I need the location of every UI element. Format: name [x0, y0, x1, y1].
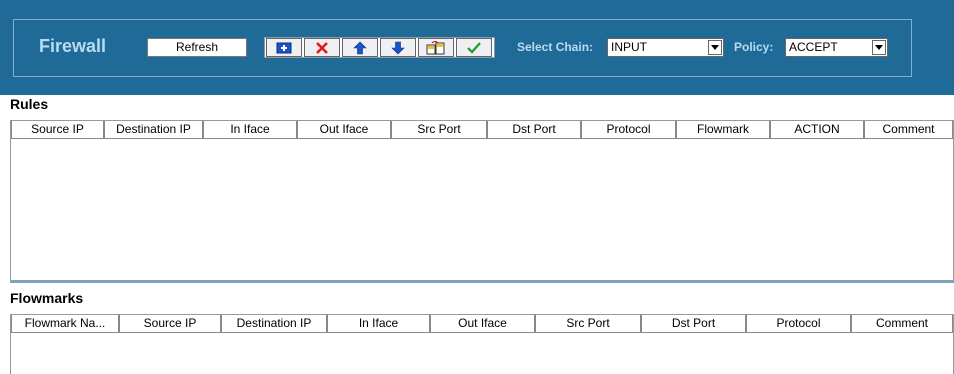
- rules-column-header[interactable]: ACTION: [770, 121, 864, 139]
- rule-tools: [264, 37, 495, 58]
- rules-section-title: Rules: [10, 96, 49, 112]
- flowmarks-section-title: Flowmarks: [10, 290, 84, 306]
- rules-column-header[interactable]: Protocol: [581, 121, 676, 139]
- flowmarks-column-header[interactable]: Source IP: [119, 315, 221, 333]
- chain-select[interactable]: INPUT: [607, 38, 724, 57]
- flowmarks-column-header[interactable]: Dst Port: [641, 315, 746, 333]
- app-title: Firewall: [39, 36, 107, 56]
- rules-column-header[interactable]: Comment: [864, 121, 953, 139]
- add-icon: [276, 42, 292, 53]
- copy-icon: [426, 40, 445, 54]
- chain-select-value: INPUT: [611, 40, 647, 54]
- chevron-down-icon: [708, 40, 722, 55]
- flowmarks-column-header[interactable]: Flowmark Na...: [11, 315, 119, 333]
- apply-button[interactable]: [456, 38, 492, 57]
- rules-table[interactable]: Source IP Destination IP In Iface Out If…: [10, 120, 954, 281]
- policy-label: Policy:: [734, 40, 774, 54]
- move-down-icon: [391, 41, 405, 54]
- flowmarks-column-header[interactable]: Protocol: [746, 315, 851, 333]
- refresh-button[interactable]: Refresh: [147, 38, 247, 57]
- rules-table-header: Source IP Destination IP In Iface Out If…: [11, 121, 953, 139]
- rules-column-header[interactable]: Src Port: [391, 121, 487, 139]
- rules-column-header[interactable]: Destination IP: [104, 121, 203, 139]
- rules-column-header[interactable]: Out Iface: [297, 121, 391, 139]
- apply-icon: [467, 41, 481, 54]
- rules-column-header[interactable]: Source IP: [11, 121, 104, 139]
- flowmarks-column-header[interactable]: Src Port: [535, 315, 641, 333]
- policy-select[interactable]: ACCEPT: [785, 38, 888, 57]
- flowmarks-column-header[interactable]: In Iface: [327, 315, 430, 333]
- add-rule-button[interactable]: [266, 38, 302, 57]
- flowmarks-table-header: Flowmark Na... Source IP Destination IP …: [11, 315, 953, 333]
- move-up-button[interactable]: [342, 38, 378, 57]
- chevron-down-icon: [872, 40, 886, 55]
- rules-column-header[interactable]: Flowmark: [676, 121, 770, 139]
- flowmarks-column-header[interactable]: Out Iface: [430, 315, 535, 333]
- move-up-icon: [353, 41, 367, 54]
- move-down-button[interactable]: [380, 38, 416, 57]
- delete-rule-button[interactable]: [304, 38, 340, 57]
- select-chain-label: Select Chain:: [517, 40, 594, 54]
- delete-icon: [316, 41, 328, 54]
- copy-rule-button[interactable]: [418, 38, 454, 57]
- flowmarks-table[interactable]: Flowmark Na... Source IP Destination IP …: [10, 314, 954, 374]
- pane-splitter[interactable]: [10, 281, 954, 283]
- policy-select-value: ACCEPT: [789, 40, 838, 54]
- flowmarks-column-header[interactable]: Destination IP: [221, 315, 327, 333]
- rules-column-header[interactable]: In Iface: [203, 121, 297, 139]
- flowmarks-column-header[interactable]: Comment: [851, 315, 953, 333]
- rules-column-header[interactable]: Dst Port: [487, 121, 581, 139]
